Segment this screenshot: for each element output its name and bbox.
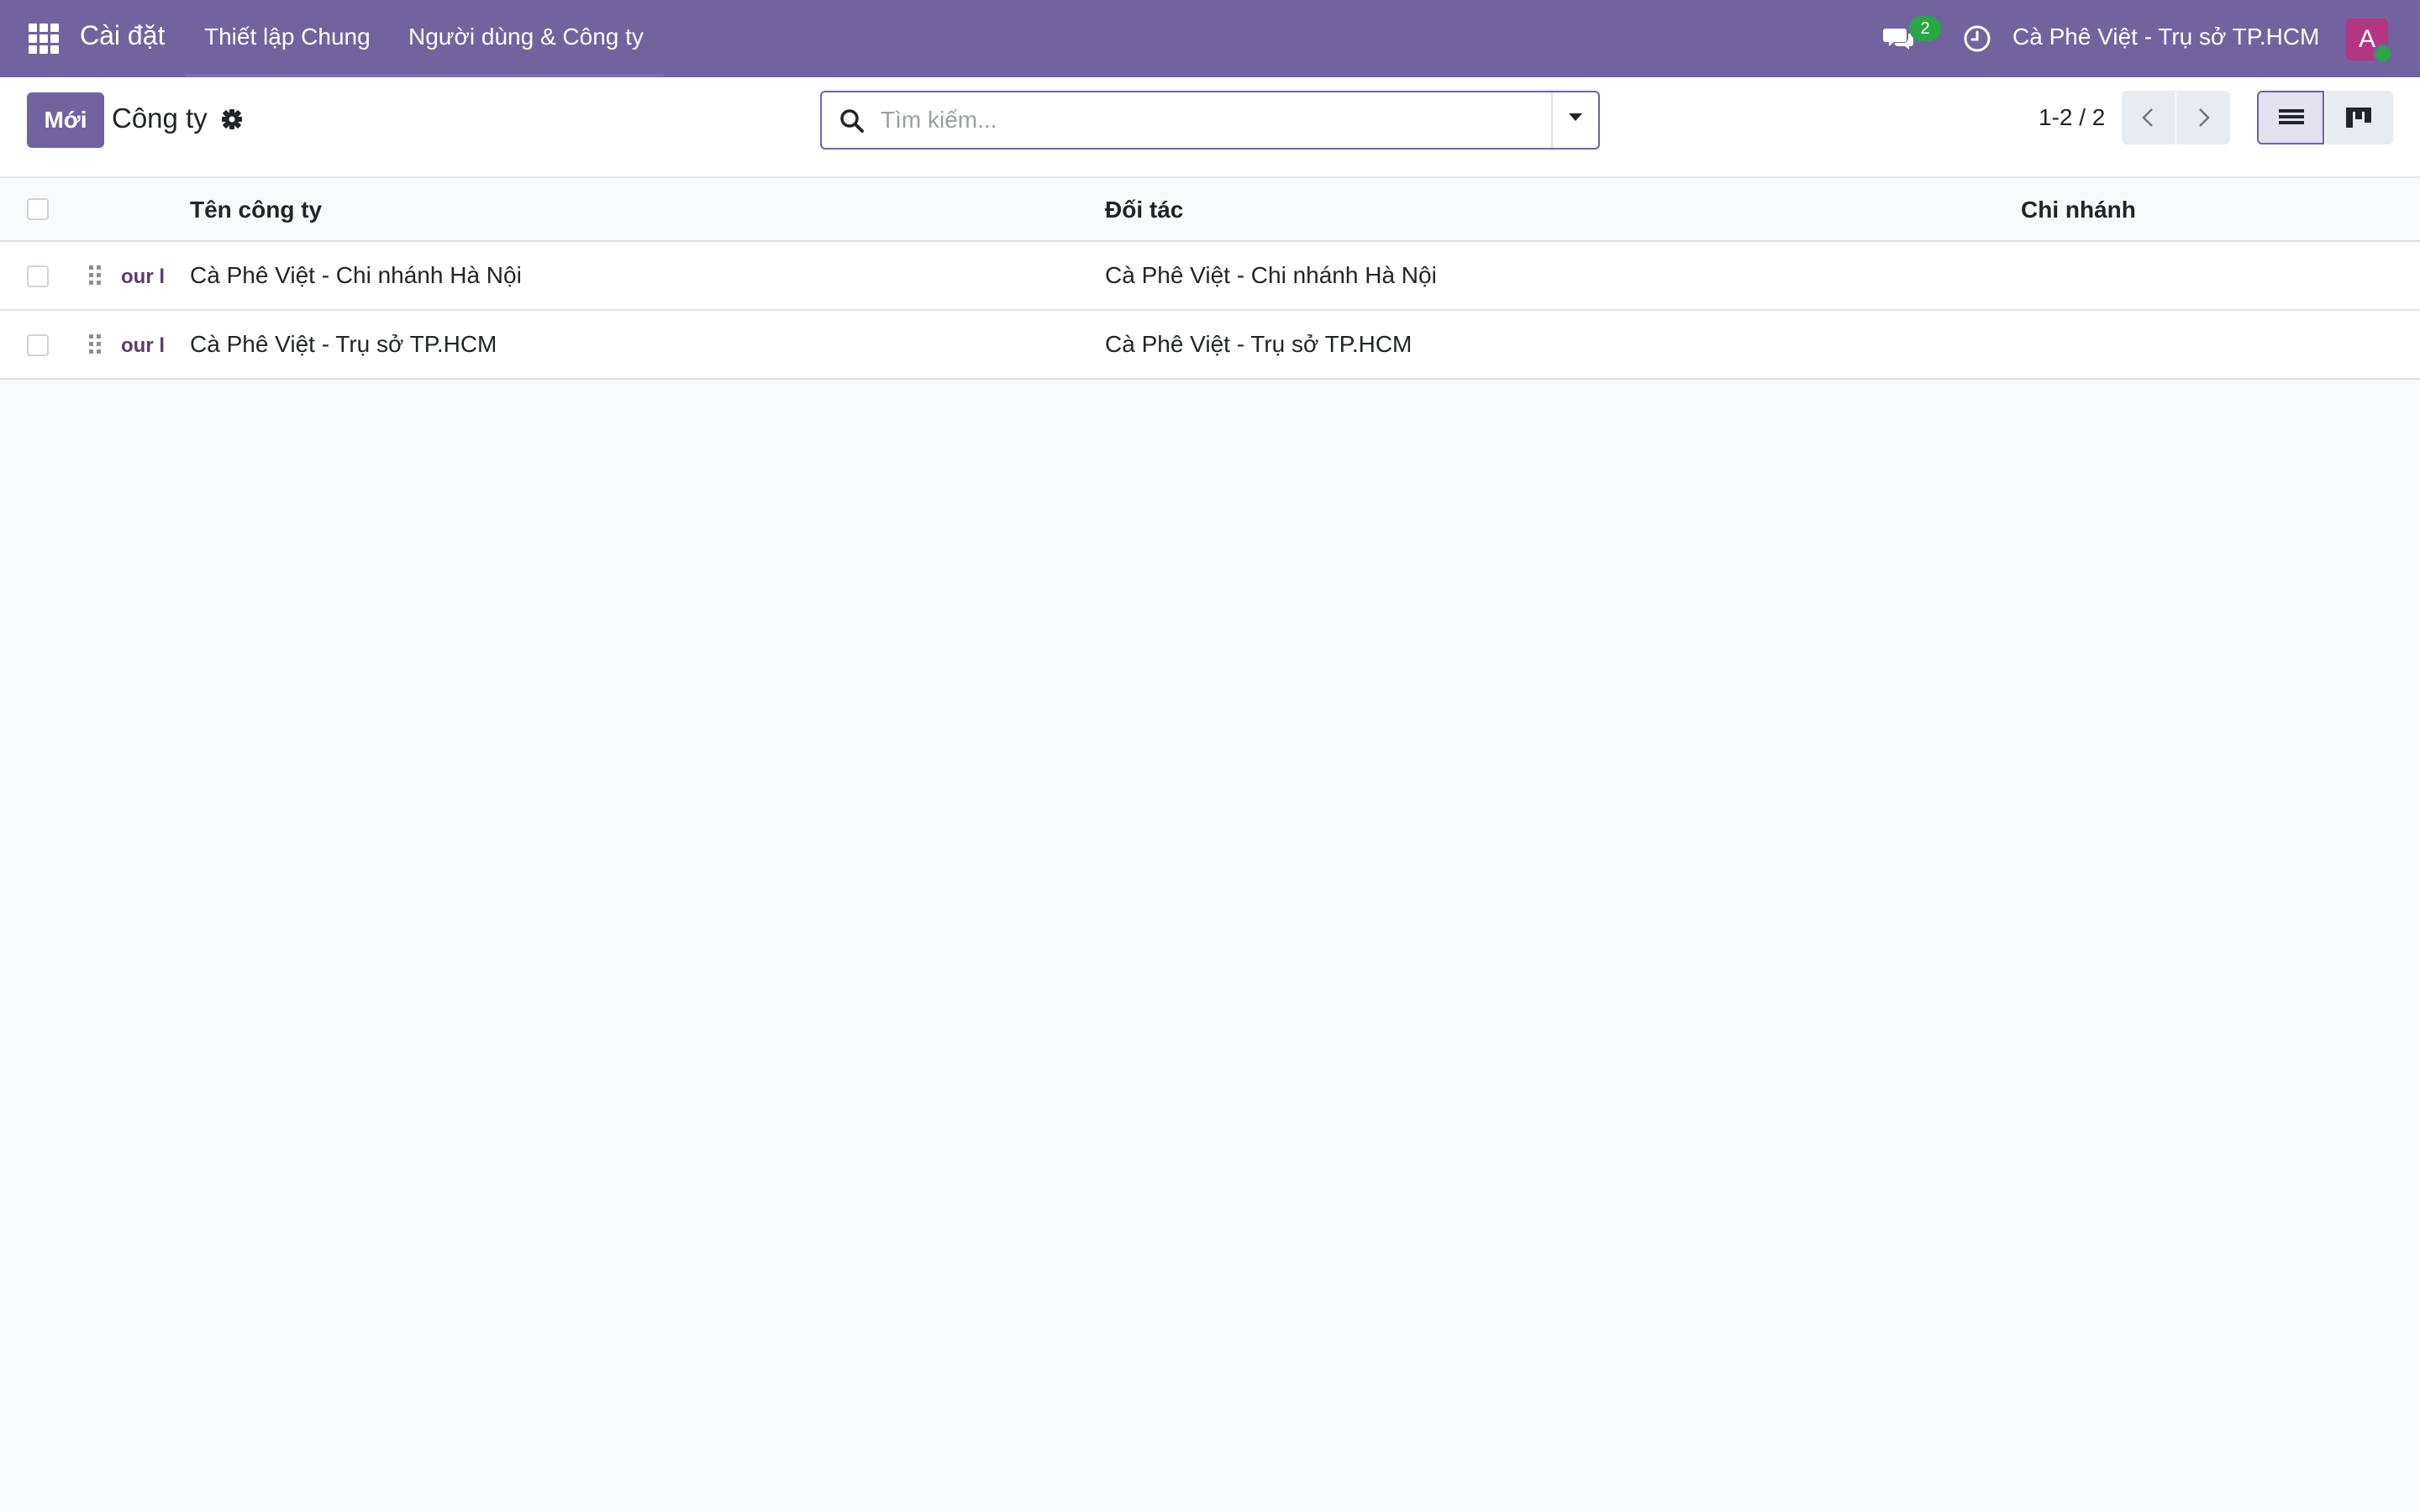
menu-users-companies[interactable]: Người dùng & Công ty [408,24,644,50]
gear-icon[interactable] [220,108,244,131]
drag-handle-icon[interactable] [87,333,103,356]
company-logo: our l [121,265,165,288]
column-header-partner[interactable]: Đối tác [1105,197,1183,223]
company-name-cell: Cà Phê Việt - Chi nhánh Hà Nội [190,262,522,288]
row-checkbox[interactable] [27,334,49,356]
chevron-left-icon [2142,108,2153,127]
chat-count-badge: 2 [1909,16,1941,41]
clock-icon[interactable] [1962,24,1992,54]
menu-general-settings[interactable]: Thiết lập Chung [204,24,371,50]
table-row[interactable]: our l Cà Phê Việt - Trụ sở TP.HCM Cà Phê… [0,311,2420,380]
search-icon [840,109,864,133]
top-navbar: Cài đặt Thiết lập Chung Người dùng & Côn… [0,0,2420,77]
pager-next-button[interactable] [2176,91,2230,144]
caret-down-icon [1569,113,1582,121]
company-switcher[interactable]: Cà Phê Việt - Trụ sở TP.HCM [2012,24,2319,50]
partner-cell: Cà Phê Việt - Trụ sở TP.HCM [1105,331,1413,357]
list-view-button[interactable] [2257,91,2324,144]
column-header-branch[interactable]: Chi nhánh [2021,197,2136,223]
list-header: Tên công ty Đối tác Chi nhánh [0,178,2420,242]
drag-handle-icon[interactable] [87,264,103,287]
online-status-icon [2373,44,2393,64]
page-title: Công ty [112,102,208,134]
partner-cell: Cà Phê Việt - Chi nhánh Hà Nội [1105,262,1437,288]
kanban-view-button[interactable] [2326,91,2393,144]
search-options-toggle[interactable] [1553,92,1598,148]
company-logo: our l [121,334,165,357]
search-input[interactable] [881,101,1519,139]
search-box [820,91,1600,150]
table-row[interactable]: our l Cà Phê Việt - Chi nhánh Hà Nội Cà … [0,242,2420,311]
column-header-company-name[interactable]: Tên công ty [190,197,322,223]
apps-grid-icon[interactable] [29,24,59,54]
company-list: Tên công ty Đối tác Chi nhánh our l Cà P… [0,178,2420,380]
list-view-icon [2279,109,2304,124]
row-checkbox[interactable] [27,265,49,287]
chevron-right-icon [2199,108,2210,127]
select-all-checkbox[interactable] [27,198,49,220]
kanban-view-icon [2346,108,2371,128]
pager-value[interactable]: 1-2 / 2 [2039,104,2105,131]
control-panel: Mới Công ty 1-2 / 2 [0,77,2420,178]
app-name[interactable]: Cài đặt [80,20,165,51]
pager-previous-button[interactable] [2122,91,2175,144]
company-name-cell: Cà Phê Việt - Trụ sở TP.HCM [190,331,497,357]
new-button[interactable]: Mới [27,92,104,148]
